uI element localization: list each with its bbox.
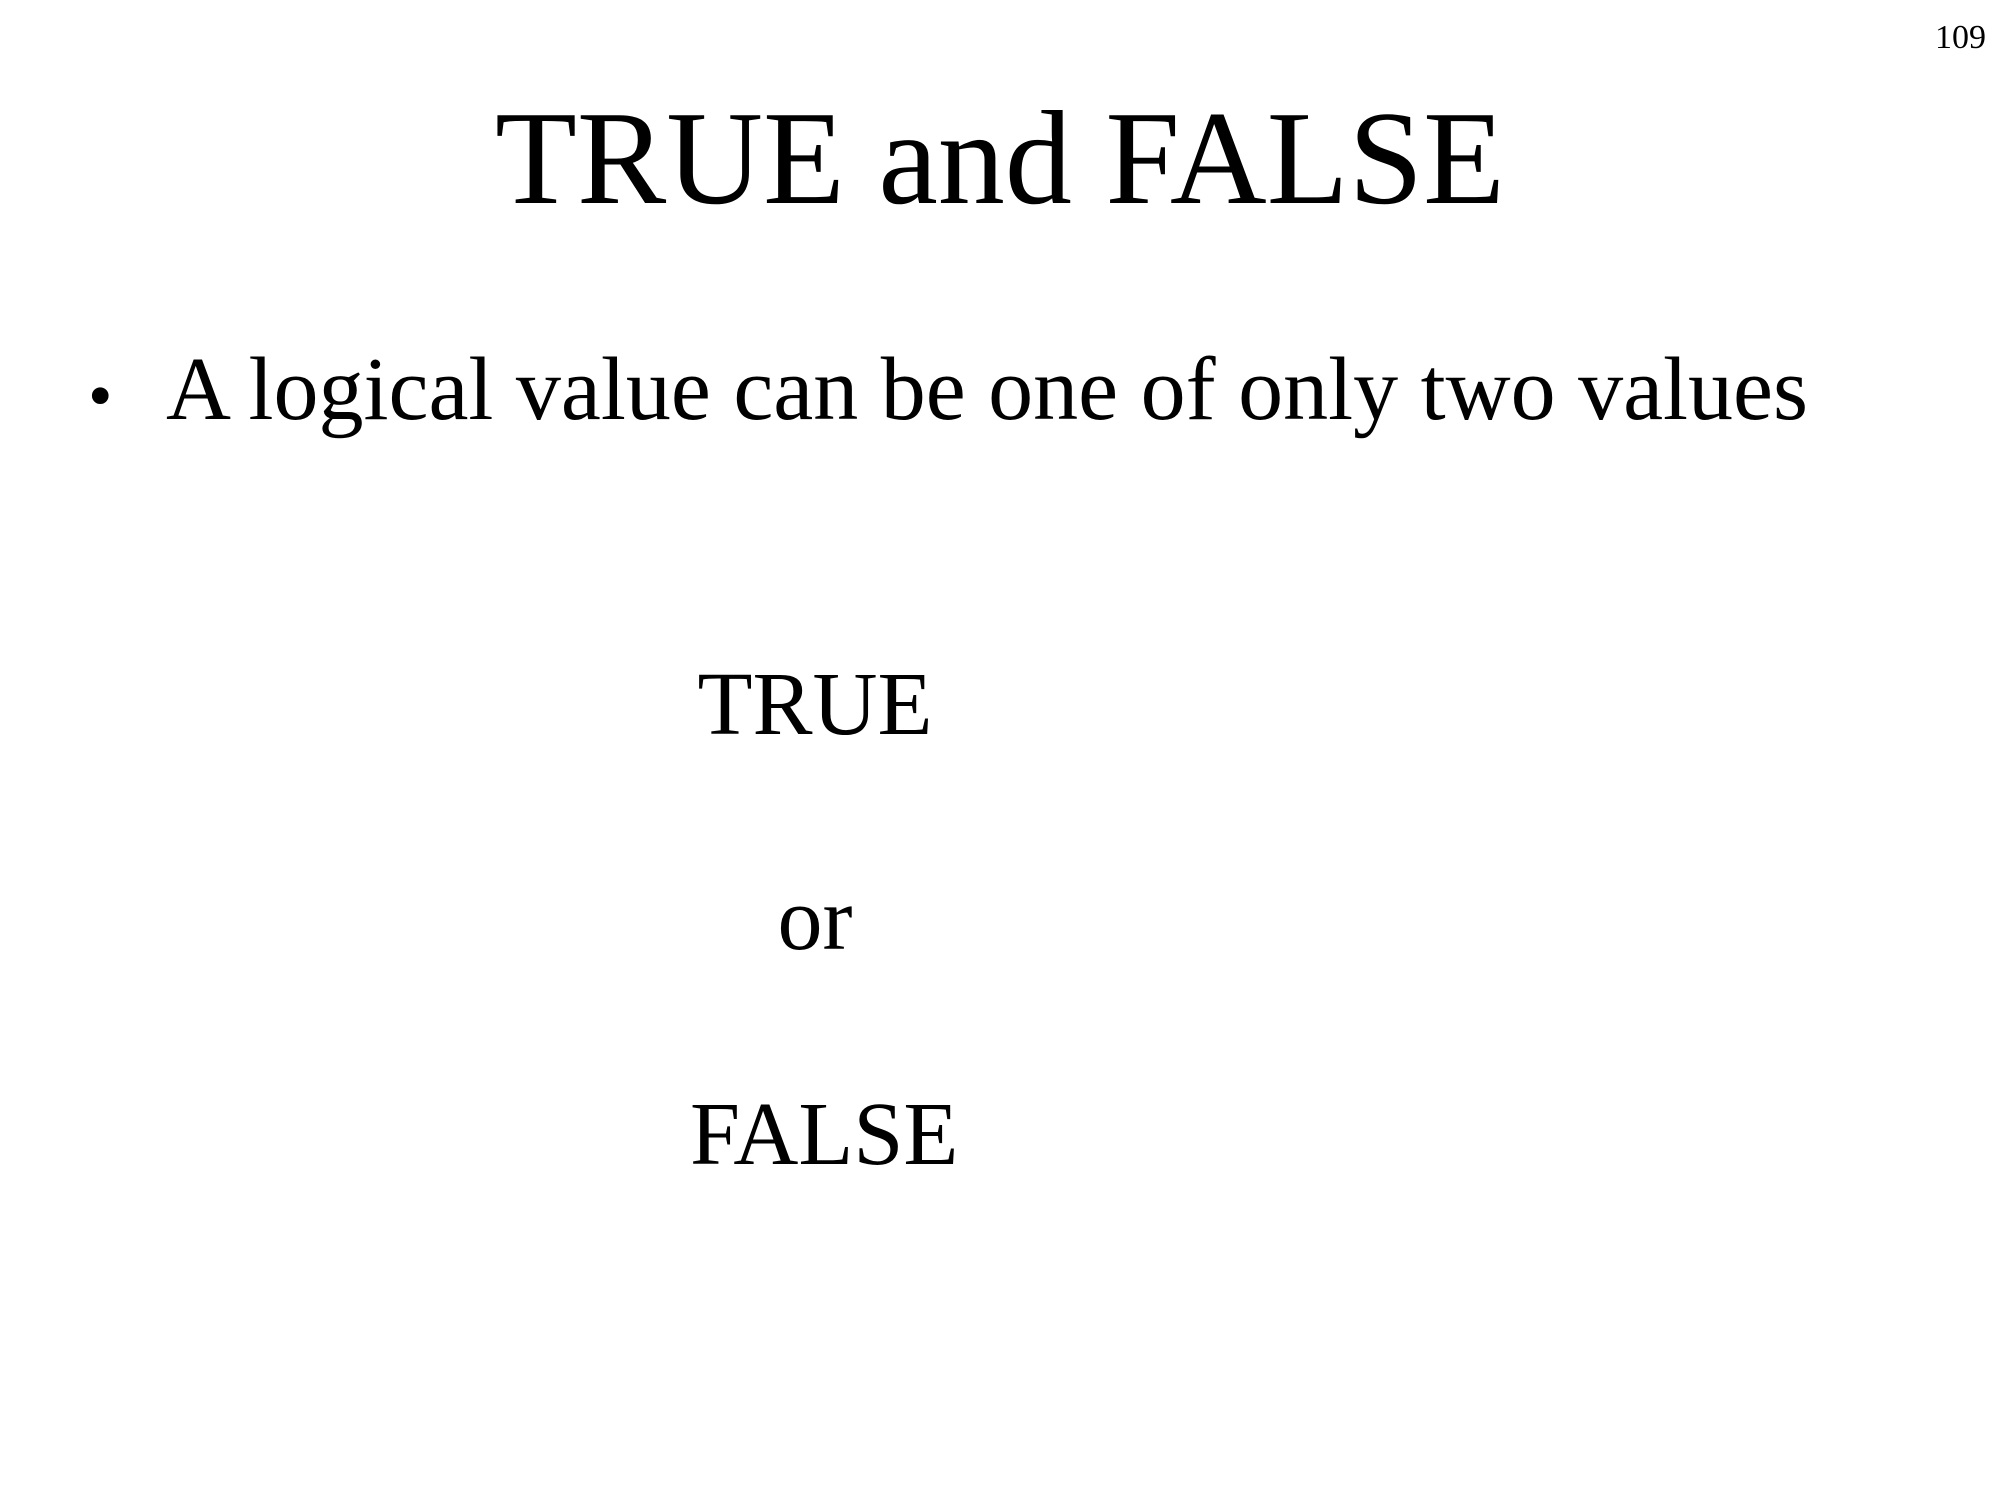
bullet-list: • A logical value can be one of only two… [88, 338, 1808, 449]
value-separator: or [777, 870, 853, 969]
bullet-item: • A logical value can be one of only two… [88, 338, 1808, 449]
value-true: TRUE [697, 655, 933, 754]
value-false: FALSE [690, 1085, 959, 1184]
logical-values: TRUE or FALSE [690, 640, 959, 1285]
bullet-icon: • [88, 358, 113, 435]
page-number: 109 [1935, 19, 1986, 56]
slide: 109 TRUE and FALSE • A logical value can… [0, 0, 2000, 1500]
slide-title: TRUE and FALSE [495, 84, 1505, 232]
bullet-text: A logical value can be one of only two v… [166, 340, 1809, 439]
